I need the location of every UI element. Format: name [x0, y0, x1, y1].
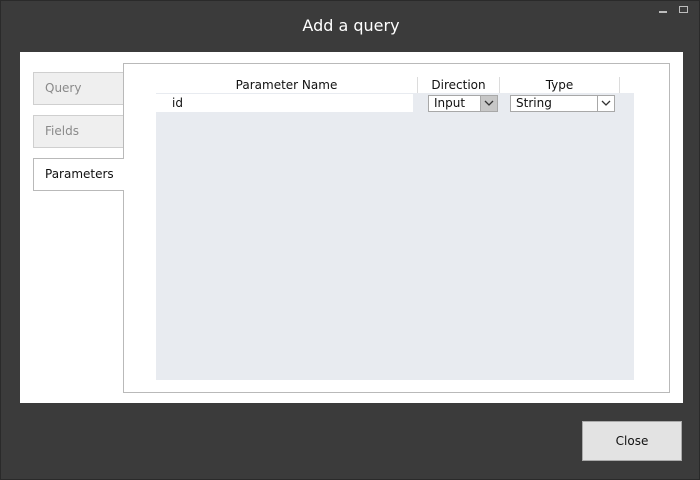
parameters-panel: Parameter Name Direction Type id Input S…	[123, 63, 670, 393]
direction-value: Input	[434, 96, 466, 110]
column-header-parameter-name[interactable]: Parameter Name	[156, 77, 418, 93]
tab-label: Fields	[45, 124, 79, 138]
tab-label: Query	[45, 81, 82, 95]
minimize-icon[interactable]	[657, 5, 671, 15]
type-dropdown[interactable]: String	[510, 95, 615, 112]
tab-parameters[interactable]: Parameters	[33, 158, 124, 191]
direction-dropdown[interactable]: Input	[428, 95, 498, 112]
type-value: String	[516, 96, 552, 110]
dialog-content: Query Fields Parameters Parameter Name D…	[20, 52, 683, 403]
parameter-name-cell[interactable]: id	[156, 94, 413, 112]
table-row: id Input String	[156, 93, 634, 113]
parameters-grid: Parameter Name Direction Type id Input S…	[156, 77, 634, 380]
tab-label: Parameters	[45, 167, 114, 181]
chevron-down-icon[interactable]	[480, 96, 497, 111]
maximize-icon[interactable]	[678, 5, 692, 15]
close-button[interactable]: Close	[582, 421, 682, 461]
dialog-window: Add a query Query Fields Parameters Para…	[0, 0, 700, 480]
window-title: Add a query	[302, 16, 400, 35]
chevron-down-icon[interactable]	[597, 96, 614, 111]
tab-query[interactable]: Query	[33, 72, 123, 105]
tab-fields[interactable]: Fields	[33, 115, 123, 148]
column-header-type[interactable]: Type	[500, 77, 620, 93]
column-header-direction[interactable]: Direction	[418, 77, 500, 93]
grid-header: Parameter Name Direction Type	[156, 77, 634, 93]
